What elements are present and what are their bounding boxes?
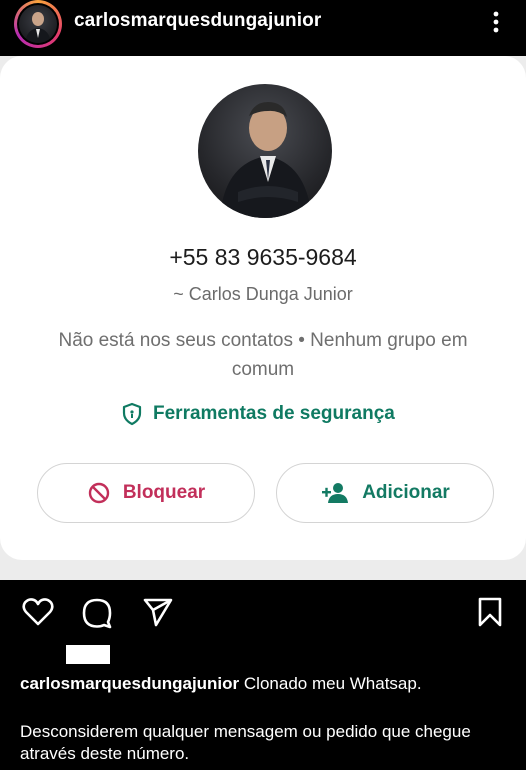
caption-text: Clonado meu Whatsap. bbox=[243, 674, 422, 693]
more-vertical-icon[interactable] bbox=[488, 8, 504, 36]
safety-tools-label: Ferramentas de segurança bbox=[153, 403, 395, 424]
post-caption: carlosmarquesdungajunior Clonado meu Wha… bbox=[20, 673, 516, 695]
heart-icon[interactable] bbox=[22, 597, 54, 627]
block-icon bbox=[88, 482, 110, 504]
contact-push-name: ~ Carlos Dunga Junior bbox=[173, 284, 353, 304]
safety-tools-link[interactable]: Ferramentas de segurança bbox=[121, 401, 395, 427]
contact-phone-number: +55 83 9635-9684 bbox=[169, 244, 357, 270]
profile-avatar[interactable] bbox=[14, 0, 62, 48]
block-label: Bloquear bbox=[122, 482, 206, 503]
shield-icon bbox=[122, 402, 142, 426]
comment-icon[interactable] bbox=[81, 597, 113, 629]
avatar-photo bbox=[19, 5, 57, 43]
post-actions-bar bbox=[0, 582, 526, 642]
redaction-block bbox=[66, 645, 110, 664]
post-header: carlosmarquesdungajunior bbox=[0, 0, 526, 56]
contact-photo bbox=[198, 84, 332, 218]
add-label: Adicionar bbox=[362, 482, 450, 503]
contact-info-text: Não está nos seus contatos • Nenhum grup… bbox=[58, 330, 468, 380]
contact-info-card: +55 83 9635-9684 ~ Carlos Dunga Junior N… bbox=[0, 56, 526, 560]
bookmark-icon[interactable] bbox=[478, 597, 502, 627]
add-person-icon bbox=[322, 483, 349, 503]
post-username[interactable]: carlosmarquesdungajunior bbox=[74, 10, 321, 32]
caption-username[interactable]: carlosmarquesdungajunior bbox=[20, 674, 239, 693]
caption-text-2: Desconsiderem qualquer mensagem ou pedid… bbox=[20, 722, 471, 763]
add-contact-button[interactable]: Adicionar bbox=[276, 463, 494, 523]
block-button[interactable]: Bloquear bbox=[37, 463, 255, 523]
send-icon[interactable] bbox=[142, 597, 174, 627]
